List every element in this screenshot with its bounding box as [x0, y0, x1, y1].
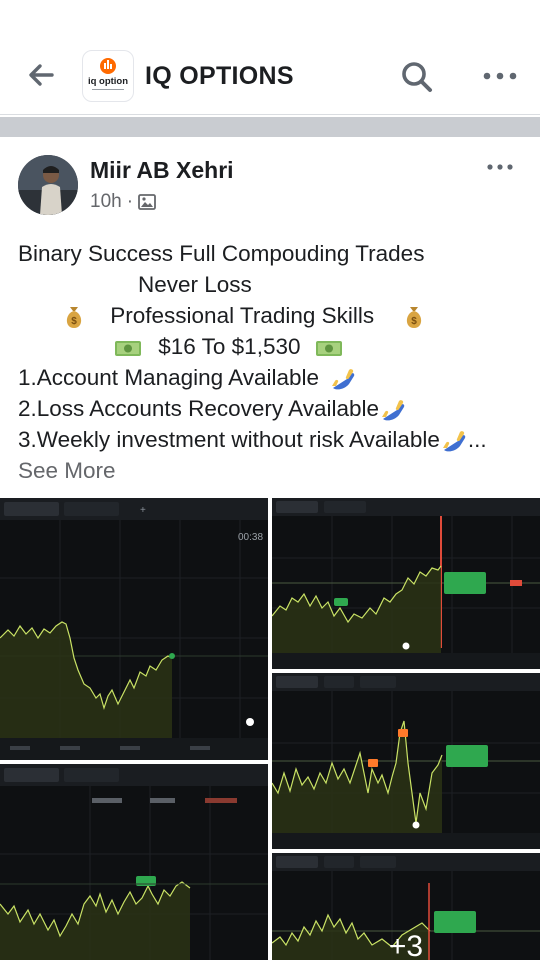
call-me-hand-icon	[332, 369, 355, 390]
avatar[interactable]	[18, 155, 78, 215]
call-me-hand-icon	[442, 431, 466, 452]
more-photos-label: +3	[388, 930, 424, 963]
post-line: 2.Loss Accounts Recovery Available	[18, 393, 528, 424]
search-icon[interactable]	[400, 60, 434, 94]
svg-text:iq option: iq option	[88, 76, 128, 87]
banknote-icon	[115, 341, 141, 357]
see-more-link[interactable]: See More	[18, 455, 528, 486]
more-horizontal-icon[interactable]	[482, 66, 518, 86]
iq-option-logo-icon: iq option	[88, 58, 128, 90]
more-photos-count[interactable]: +3	[272, 853, 540, 963]
money-bag-icon: $	[407, 307, 422, 329]
post-line: Binary Success Full Compouding Trades	[18, 241, 425, 266]
page-logo[interactable]: iq option	[82, 50, 134, 102]
svg-text:+: +	[140, 505, 146, 516]
list-item: 3.Weekly investment without risk Availab…	[18, 427, 440, 452]
post-time[interactable]: 10h	[90, 191, 122, 213]
photo-3[interactable]	[272, 498, 540, 669]
banknote-icon	[315, 341, 342, 357]
post-line: 3.Weekly investment without risk Availab…	[18, 424, 528, 455]
post-line: Never Loss	[138, 272, 252, 297]
post-text: Binary Success Full Compouding Trades Ne…	[18, 238, 528, 486]
svg-text:00:38: 00:38	[238, 532, 263, 543]
photo-icon	[138, 194, 156, 210]
post-line: $ Professional Trading Skills $	[18, 300, 528, 331]
ellipsis: ...	[467, 427, 487, 452]
more-horizontal-icon[interactable]	[486, 160, 514, 174]
app-header: iq option IQ OPTIONS	[0, 0, 540, 115]
list-item: 1.Account Managing Available	[18, 365, 320, 390]
svg-text:$: $	[71, 316, 77, 327]
feed-divider	[0, 117, 540, 137]
page-title: IQ OPTIONS	[145, 62, 294, 90]
photo-2[interactable]	[0, 764, 268, 960]
post-meta: 10h ·	[90, 191, 156, 213]
skills-text: Professional Trading Skills	[110, 303, 375, 328]
photo-4[interactable]	[272, 673, 540, 849]
photo-1[interactable]: + 00:38	[0, 498, 268, 760]
author-name[interactable]: Miir AB Xehri	[90, 157, 234, 184]
post-line: $16 To $1,530	[18, 331, 528, 362]
profile-photo	[18, 155, 78, 215]
photo-grid: + 00:38 +3	[0, 498, 540, 963]
money-bag-icon: $	[66, 307, 82, 329]
post-line: 1.Account Managing Available	[18, 362, 528, 393]
svg-text:$: $	[412, 316, 418, 327]
call-me-hand-icon	[382, 400, 405, 421]
arrow-left-icon[interactable]	[26, 60, 56, 90]
meta-separator: ·	[126, 191, 134, 212]
list-item: 2.Loss Accounts Recovery Available	[18, 396, 380, 421]
profit-text: $16 To $1,530	[158, 334, 301, 359]
